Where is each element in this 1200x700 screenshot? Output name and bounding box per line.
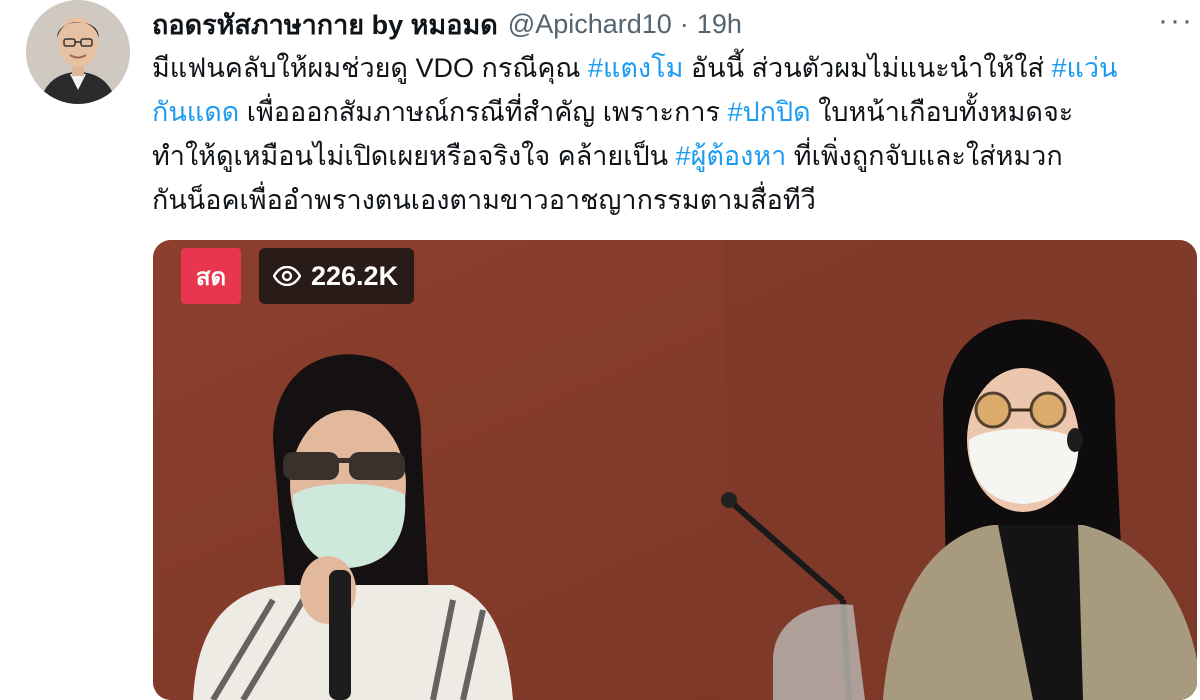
view-count: 226.2K (259, 248, 415, 304)
more-options-icon[interactable]: ··· (1158, 4, 1194, 38)
hashtag-link[interactable]: #แตงโม (588, 53, 683, 83)
tweet-text-segment: กันน็อคเพื่ออำพรางตนเองตามขาวอาชญากรรมตา… (152, 185, 816, 215)
tweet-header: ถอดรหัสภาษากาย by หมอมด @Apichard10 · 19… (152, 4, 1180, 44)
tweet-text-segment: มีแฟนคลับให้ผมช่วยดู VDO กรณีคุณ (152, 53, 588, 83)
tweet-text-segment: อันนี้ ส่วนตัวผมไม่แนะนำให้ใส่ (683, 53, 1052, 83)
tweet-text-segment: ใบหน้าเกือบทั้งหมดจะ (810, 97, 1074, 127)
hashtag-link[interactable]: #ปกปิด (728, 97, 811, 127)
tweet-text-line: กันแดด เพื่อออกสัมภาษณ์กรณีที่สำคัญ เพรา… (152, 90, 1182, 134)
live-badge: สด (181, 248, 241, 304)
eye-icon (273, 266, 301, 286)
display-name[interactable]: ถอดรหัสภาษากาย by หมอมด (152, 3, 498, 46)
tweet-text-segment: ที่เพิ่งถูกจับและใส่หมวก (786, 141, 1063, 171)
tweet-text-line: มีแฟนคลับให้ผมช่วยดู VDO กรณีคุณ #แตงโม … (152, 46, 1182, 90)
view-count-value: 226.2K (311, 260, 399, 291)
hashtag-link[interactable]: #แว่น (1051, 53, 1117, 83)
tweet-text: มีแฟนคลับให้ผมช่วยดู VDO กรณีคุณ #แตงโม … (152, 46, 1182, 222)
tweet-text-line: กันน็อคเพื่ออำพรางตนเองตามขาวอาชญากรรมตา… (152, 178, 1182, 222)
video-media[interactable]: สด 226.2K (153, 240, 1197, 700)
tweet-text-segment: เพื่อออกสัมภาษณ์กรณีที่สำคัญ เพราะการ (239, 97, 728, 127)
timestamp[interactable]: 19h (697, 9, 742, 40)
user-handle[interactable]: @Apichard10 (508, 9, 672, 40)
tweet-text-line: ทำให้ดูเหมือนไม่เปิดเผยหรือจริงใจ คล้ายเ… (152, 134, 1182, 178)
hashtag-link[interactable]: กันแดด (152, 97, 239, 127)
tweet-text-segment: ทำให้ดูเหมือนไม่เปิดเผยหรือจริงใจ คล้ายเ… (152, 141, 676, 171)
tweet[interactable]: ถอดรหัสภาษากาย by หมอมด @Apichard10 · 19… (0, 0, 1200, 700)
separator-dot: · (679, 8, 689, 39)
hashtag-link[interactable]: #ผู้ต้องหา (676, 141, 787, 171)
avatar[interactable] (26, 0, 130, 104)
video-frame (153, 240, 1197, 700)
